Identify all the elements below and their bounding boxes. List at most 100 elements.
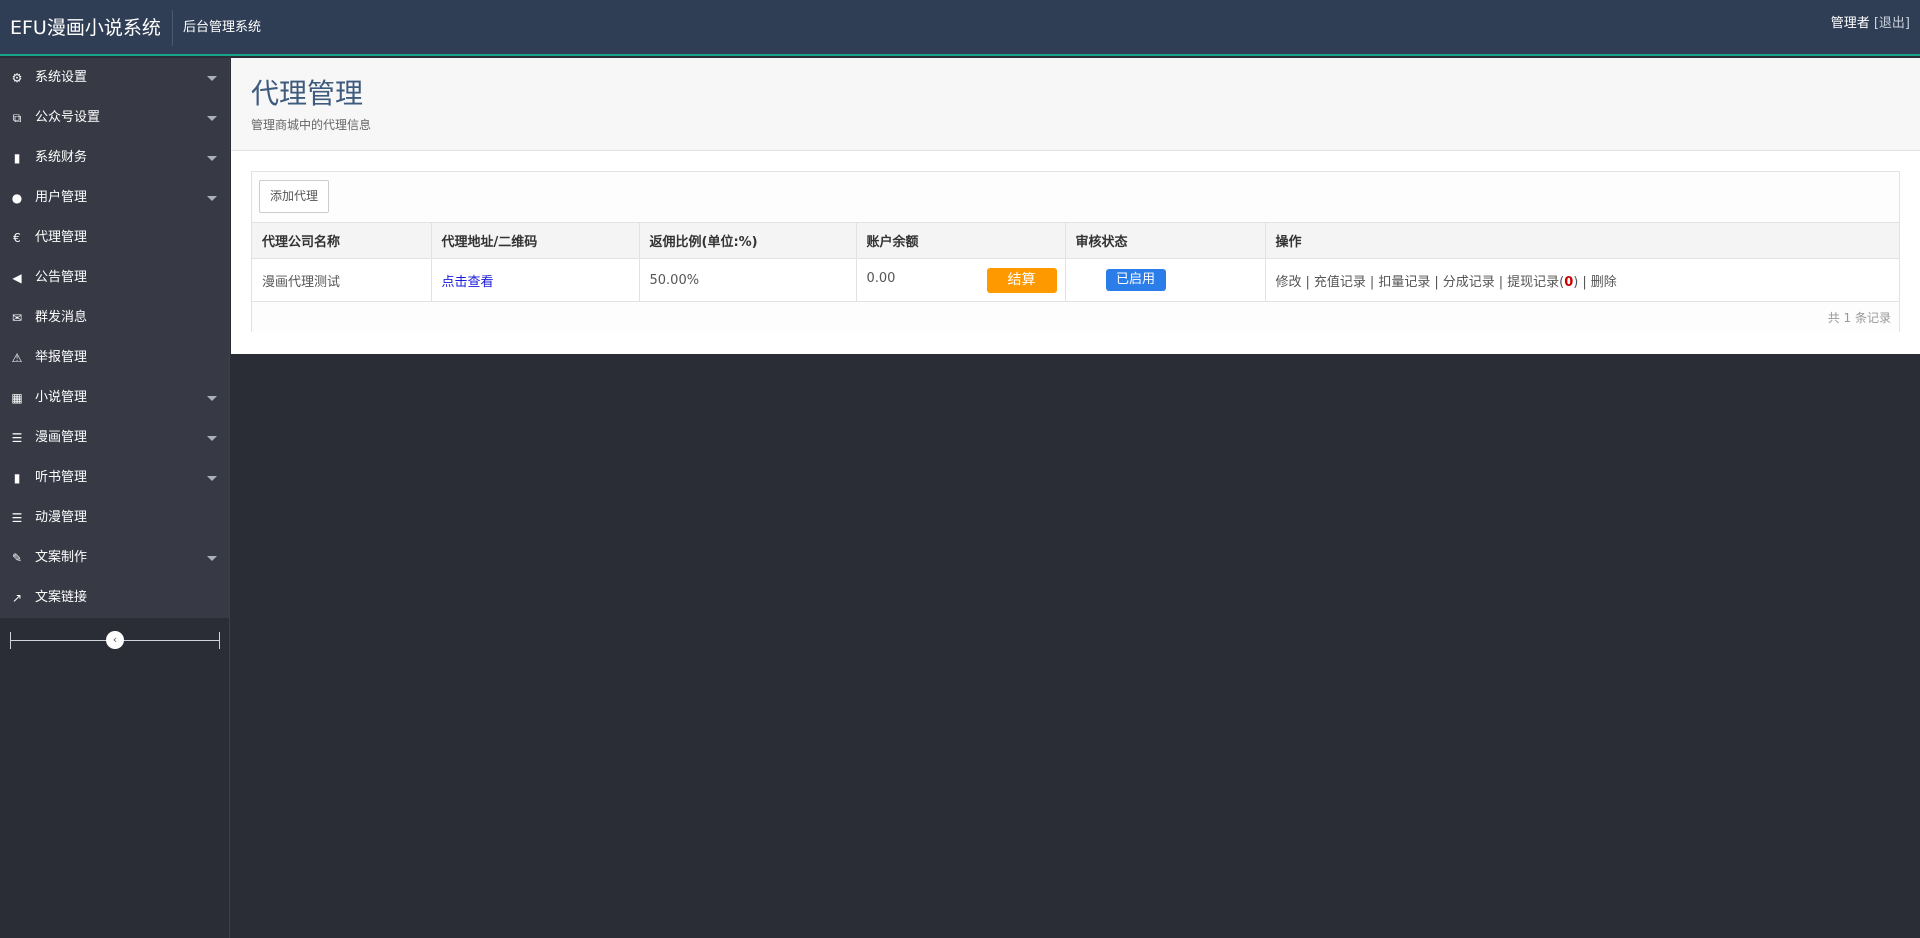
edit-icon: ✎ bbox=[11, 551, 23, 565]
caret-down-icon bbox=[207, 436, 217, 441]
sidebar-item-label: 举报管理 bbox=[35, 350, 88, 365]
sidebar-item-label: 系统设置 bbox=[35, 70, 88, 85]
column-header: 代理地址/二维码 bbox=[431, 222, 640, 259]
brand-divider bbox=[172, 10, 173, 46]
sidebar-item-copy-links[interactable]: ↗ 文案链接 bbox=[0, 578, 229, 618]
op-separator: | bbox=[1582, 274, 1587, 290]
page-description: 管理商城中的代理信息 bbox=[251, 118, 372, 132]
sidebar-item-label: 系统财务 bbox=[35, 150, 88, 165]
column-header: 返佣比例(单位:%) bbox=[639, 222, 857, 259]
list-icon: ☰ bbox=[11, 511, 23, 525]
deduct-records-link[interactable]: 扣量记录 bbox=[1378, 275, 1430, 290]
commission-records-link[interactable]: 分成记录 bbox=[1443, 275, 1495, 290]
record-count: 共 1 条记录 bbox=[252, 301, 1899, 333]
column-header: 代理公司名称 bbox=[252, 222, 432, 259]
logout-link[interactable]: [退出] bbox=[1874, 16, 1910, 31]
sidebar-item-system-settings[interactable]: ⚙ 系统设置 bbox=[0, 58, 229, 98]
sidebar-item-label: 公众号设置 bbox=[35, 110, 101, 125]
sidebar-item-reports[interactable]: ⚠ 举报管理 bbox=[0, 338, 229, 378]
agent-table: 代理公司名称 代理地址/二维码 返佣比例(单位:%) 账户余额 审核状态 操作 … bbox=[252, 222, 1899, 301]
caret-down-icon bbox=[207, 396, 217, 401]
toolbar: 添加代理 bbox=[252, 172, 1899, 222]
column-header: 审核状态 bbox=[1065, 222, 1266, 259]
sidebar-item-users[interactable]: ● 用户管理 bbox=[0, 178, 229, 218]
caret-down-icon bbox=[207, 116, 217, 121]
agent-name-cell: 漫画代理测试 bbox=[252, 258, 432, 301]
agent-link-cell: 点击查看 bbox=[431, 258, 640, 301]
sidebar-menu: ⚙ 系统设置 ⧉ 公众号设置 ▮ 系统财务 ● 用户管理 € 代理管理 ◀ 公告… bbox=[0, 58, 229, 618]
withdraw-records-label: 提现记录 bbox=[1507, 274, 1560, 290]
sidebar-item-label: 文案链接 bbox=[35, 590, 88, 605]
op-separator: | bbox=[1434, 274, 1439, 290]
sidebar-item-label: 群发消息 bbox=[35, 310, 88, 325]
caret-down-icon bbox=[207, 196, 217, 201]
op-separator: | bbox=[1305, 274, 1310, 290]
top-navbar: EFU漫画小说系统 后台管理系统 管理者 [退出] bbox=[0, 0, 1920, 56]
collapse-chevron-left-icon[interactable]: ‹ bbox=[106, 631, 124, 649]
user-icon: ● bbox=[11, 191, 23, 205]
withdraw-count: 0 bbox=[1564, 274, 1574, 290]
column-header: 账户余额 bbox=[856, 222, 1066, 259]
tags-icon: ⧉ bbox=[12, 111, 22, 125]
status-badge[interactable]: 已启用 bbox=[1105, 269, 1166, 291]
sidebar-item-label: 听书管理 bbox=[35, 470, 88, 485]
table-row: 漫画代理测试 点击查看 50.00% 0.00 结算 已启用 修改 | 充值记录… bbox=[252, 258, 1899, 301]
balance-wrap: 0.00 结算 bbox=[866, 259, 1057, 301]
sidebar-item-broadcast[interactable]: ✉ 群发消息 bbox=[0, 298, 229, 338]
caret-down-icon bbox=[207, 556, 217, 561]
op-separator: | bbox=[1498, 274, 1504, 290]
sidebar-collapse-bar: ‹ bbox=[10, 630, 220, 650]
op-separator: | bbox=[1369, 274, 1375, 290]
sidebar: ⚙ 系统设置 ⧉ 公众号设置 ▮ 系统财务 ● 用户管理 € 代理管理 ◀ 公告… bbox=[0, 58, 230, 938]
sidebar-item-copywriting[interactable]: ✎ 文案制作 bbox=[0, 538, 229, 578]
sidebar-item-anime[interactable]: ☰ 动漫管理 bbox=[0, 498, 229, 538]
sidebar-item-finance[interactable]: ▮ 系统财务 bbox=[0, 138, 229, 178]
sidebar-item-comics[interactable]: ☰ 漫画管理 bbox=[0, 418, 229, 458]
add-agent-button[interactable]: 添加代理 bbox=[259, 180, 330, 213]
bar-chart-icon: ▮ bbox=[13, 151, 21, 165]
agent-panel: 添加代理 代理公司名称 代理地址/二维码 返佣比例(单位:%) 账户余额 审核状… bbox=[251, 171, 1900, 333]
sidebar-item-label: 漫画管理 bbox=[35, 430, 88, 445]
sidebar-item-wechat-settings[interactable]: ⧉ 公众号设置 bbox=[0, 98, 229, 138]
settle-button[interactable]: 结算 bbox=[986, 268, 1057, 293]
sidebar-item-label: 文案制作 bbox=[35, 550, 88, 565]
operations-cell: 修改 | 充值记录 | 扣量记录 | 分成记录 | 提现记录(0) | 删除 bbox=[1265, 258, 1899, 301]
brand-title[interactable]: EFU漫画小说系统 bbox=[10, 0, 161, 56]
view-qrcode-link[interactable]: 点击查看 bbox=[442, 275, 494, 290]
page-title: 代理管理 bbox=[251, 77, 364, 110]
edit-link[interactable]: 修改 bbox=[1276, 275, 1302, 290]
envelope-icon: ✉ bbox=[11, 311, 23, 325]
main-content: 代理管理 管理商城中的代理信息 添加代理 代理公司名称 代理地址/二维码 返佣比… bbox=[231, 58, 1920, 354]
sidebar-item-label: 用户管理 bbox=[35, 190, 88, 205]
sidebar-item-audiobooks[interactable]: ▮ 听书管理 bbox=[0, 458, 229, 498]
sidebar-item-label: 公告管理 bbox=[35, 270, 88, 285]
sidebar-item-label: 代理管理 bbox=[35, 230, 88, 245]
user-area: 管理者 [退出] bbox=[1831, 12, 1910, 31]
recharge-records-link[interactable]: 充值记录 bbox=[1314, 275, 1366, 290]
collapse-tick-left bbox=[10, 632, 11, 649]
balance-value: 0.00 bbox=[866, 271, 896, 286]
page-header: 代理管理 管理商城中的代理信息 bbox=[231, 58, 1920, 151]
caret-down-icon bbox=[207, 156, 217, 161]
commission-ratio-cell: 50.00% bbox=[639, 258, 857, 301]
grid-icon: ▦ bbox=[11, 391, 23, 405]
gear-icon: ⚙ bbox=[11, 71, 23, 85]
table-header-row: 代理公司名称 代理地址/二维码 返佣比例(单位:%) 账户余额 审核状态 操作 bbox=[252, 222, 1899, 259]
withdraw-records-link[interactable]: 提现记录(0) bbox=[1507, 275, 1578, 290]
brand-subtitle: 后台管理系统 bbox=[183, 20, 262, 35]
collapse-tick-right bbox=[219, 632, 220, 649]
balance-cell: 0.00 结算 bbox=[856, 258, 1066, 301]
sidebar-item-agents[interactable]: € 代理管理 bbox=[0, 218, 229, 258]
sitemap-icon: ▮ bbox=[13, 471, 21, 485]
caret-down-icon bbox=[207, 76, 217, 81]
sidebar-item-novels[interactable]: ▦ 小说管理 bbox=[0, 378, 229, 418]
status-cell: 已启用 bbox=[1065, 258, 1266, 301]
delete-link[interactable]: 删除 bbox=[1591, 275, 1617, 290]
list-icon: ☰ bbox=[11, 431, 23, 445]
sidebar-item-label: 动漫管理 bbox=[35, 510, 88, 525]
column-header: 操作 bbox=[1265, 222, 1899, 259]
sidebar-item-announcements[interactable]: ◀ 公告管理 bbox=[0, 258, 229, 298]
euro-icon: € bbox=[13, 231, 21, 245]
sidebar-item-label: 小说管理 bbox=[35, 390, 88, 405]
warning-icon: ⚠ bbox=[11, 351, 23, 365]
